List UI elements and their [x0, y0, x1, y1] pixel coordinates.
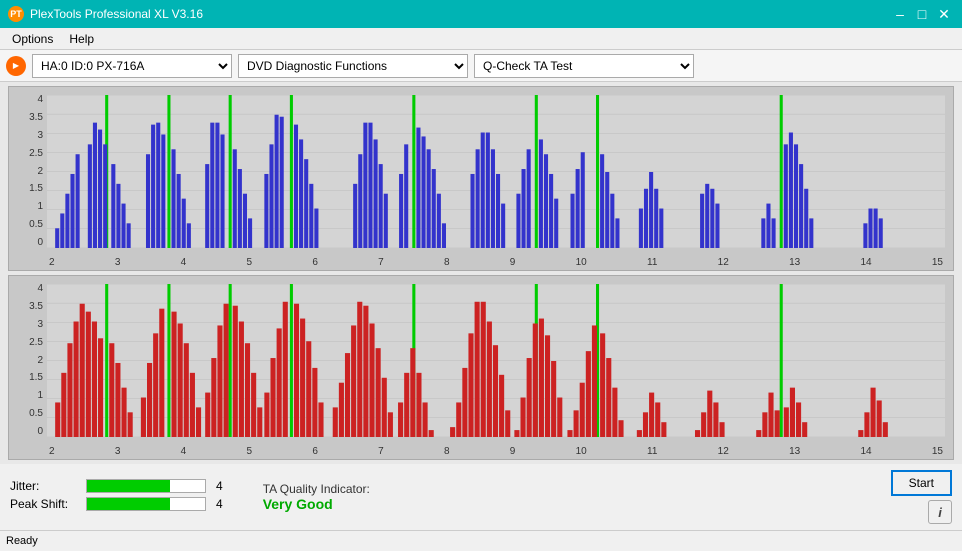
top-chart-x-axis: 2 3 4 5 6 7 8 9 10 11 12 13 14 15: [47, 257, 945, 268]
drive-icon: ▶: [6, 56, 26, 76]
bottom-chart-svg: [47, 284, 945, 437]
status-bar: Ready: [0, 530, 962, 550]
maximize-button[interactable]: □: [912, 4, 932, 24]
charts-container: 4 3.5 3 2.5 2 1.5 1 0.5 0: [0, 82, 962, 464]
function-select[interactable]: DVD Diagnostic Functions: [238, 54, 468, 78]
minimize-button[interactable]: –: [890, 4, 910, 24]
bottom-chart-x-axis: 2 3 4 5 6 7 8 9 10 11 12 13 14 15: [47, 446, 945, 457]
metrics-column: Jitter: 4 Peak Shift: 4: [10, 479, 223, 515]
bottom-right-buttons: Start i: [891, 470, 952, 524]
title-bar: PT PlexTools Professional XL V3.16 – □ ✕: [0, 0, 962, 28]
toolbar: ▶ HA:0 ID:0 PX-716A DVD Diagnostic Funct…: [0, 50, 962, 82]
app-icon: PT: [8, 6, 24, 22]
ta-quality-value: Very Good: [263, 496, 370, 512]
close-button[interactable]: ✕: [934, 4, 954, 24]
start-button[interactable]: Start: [891, 470, 952, 496]
bottom-chart-inner: [47, 284, 945, 437]
peak-shift-label: Peak Shift:: [10, 497, 80, 511]
peak-shift-filled: [87, 498, 170, 510]
peak-shift-value: 4: [216, 497, 223, 511]
test-select[interactable]: Q-Check TA Test: [474, 54, 694, 78]
top-chart-y-axis: 4 3.5 3 2.5 2 1.5 1 0.5 0: [9, 95, 47, 248]
peak-shift-row: Peak Shift: 4: [10, 497, 223, 511]
jitter-label: Jitter:: [10, 479, 80, 493]
peak-shift-empty: [170, 498, 205, 510]
peak-shift-progress-bar: [86, 497, 206, 511]
jitter-value: 4: [216, 479, 223, 493]
jitter-row: Jitter: 4: [10, 479, 223, 493]
menu-help[interactable]: Help: [61, 30, 102, 48]
jitter-progress-bar: [86, 479, 206, 493]
top-chart-inner: [47, 95, 945, 248]
drive-select[interactable]: HA:0 ID:0 PX-716A: [32, 54, 232, 78]
bottom-chart-panel: 4 3.5 3 2.5 2 1.5 1 0.5 0: [8, 275, 954, 460]
top-chart-panel: 4 3.5 3 2.5 2 1.5 1 0.5 0: [8, 86, 954, 271]
window-controls: – □ ✕: [890, 4, 954, 24]
menu-options[interactable]: Options: [4, 30, 61, 48]
top-chart-svg: [47, 95, 945, 248]
info-button[interactable]: i: [928, 500, 952, 524]
menu-bar: Options Help: [0, 28, 962, 50]
app-title: PlexTools Professional XL V3.16: [30, 7, 203, 21]
status-text: Ready: [6, 535, 38, 547]
bottom-panel: Jitter: 4 Peak Shift: 4 TA Quality Indic…: [0, 464, 962, 530]
jitter-filled: [87, 480, 170, 492]
ta-quality-section: TA Quality Indicator: Very Good: [263, 482, 370, 512]
ta-quality-label: TA Quality Indicator:: [263, 482, 370, 496]
jitter-empty: [170, 480, 205, 492]
bottom-chart-y-axis: 4 3.5 3 2.5 2 1.5 1 0.5 0: [9, 284, 47, 437]
